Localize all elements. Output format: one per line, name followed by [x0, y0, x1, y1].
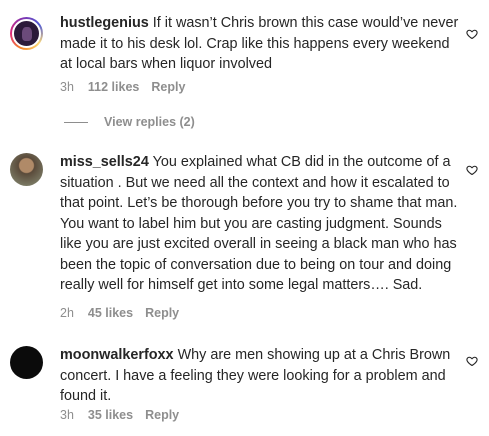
- comment-likes[interactable]: 112 likes: [88, 80, 139, 94]
- comment-time: 3h: [60, 80, 74, 94]
- comment-body: moonwalkerfoxx Why are men showing up at…: [60, 345, 460, 407]
- comment-username[interactable]: moonwalkerfoxx: [60, 347, 174, 363]
- divider-line: [64, 121, 88, 123]
- comment-username[interactable]: hustlegenius: [60, 15, 149, 31]
- comment-username[interactable]: miss_sells24: [60, 154, 149, 170]
- heart-icon[interactable]: [466, 164, 478, 176]
- reply-button[interactable]: Reply: [151, 80, 185, 94]
- comment-meta: 2h 45 likes Reply: [60, 306, 179, 320]
- heart-icon[interactable]: [466, 28, 478, 40]
- comment-likes[interactable]: 35 likes: [88, 408, 133, 422]
- view-replies-label: View replies (2): [104, 115, 195, 129]
- comment-time: 2h: [60, 306, 74, 320]
- comment-text: You explained what CB did in the outcome…: [60, 154, 458, 293]
- comment-likes[interactable]: 45 likes: [88, 306, 133, 320]
- comment-body: hustlegenius If it wasn’t Chris brown th…: [60, 13, 460, 75]
- comment-meta: 3h 112 likes Reply: [60, 80, 185, 94]
- heart-icon[interactable]: [466, 355, 478, 367]
- reply-button[interactable]: Reply: [145, 408, 179, 422]
- view-replies-button[interactable]: View replies (2): [64, 115, 195, 129]
- reply-button[interactable]: Reply: [145, 306, 179, 320]
- comment-body: miss_sells24 You explained what CB did i…: [60, 152, 460, 296]
- avatar[interactable]: [10, 153, 43, 186]
- avatar[interactable]: [10, 17, 43, 50]
- avatar[interactable]: [10, 346, 43, 379]
- comment-meta: 3h 35 likes Reply: [60, 408, 179, 422]
- comment-time: 3h: [60, 408, 74, 422]
